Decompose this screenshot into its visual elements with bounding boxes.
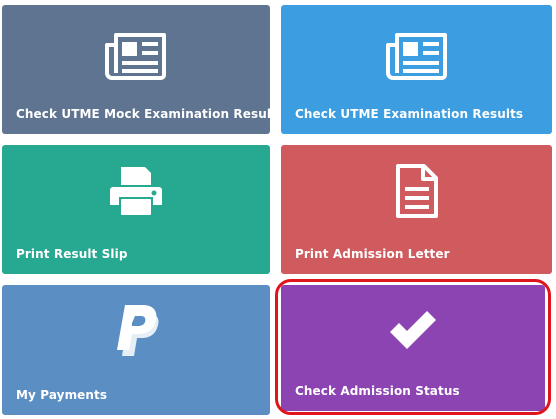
print-admission-letter-tile[interactable]: Print Admission Letter xyxy=(281,145,552,274)
paypal-icon xyxy=(117,305,159,356)
printer-icon xyxy=(110,167,162,215)
my-payments-tile[interactable]: My Payments xyxy=(2,285,270,415)
print-result-slip-tile[interactable]: Print Result Slip xyxy=(2,145,270,274)
dashboard-grid: Check UTME Mock Examination Results Chec… xyxy=(0,0,556,419)
newspaper-icon xyxy=(105,33,166,80)
document-icon xyxy=(395,164,438,218)
tile-label: Check UTME Mock Examination Results xyxy=(16,107,285,121)
tile-label: Check UTME Examination Results xyxy=(295,107,524,121)
tile-label: My Payments xyxy=(16,388,108,402)
check-utme-mock-results-tile[interactable]: Check UTME Mock Examination Results xyxy=(2,5,284,134)
checkmark-icon xyxy=(390,311,436,349)
newspaper-icon xyxy=(385,33,447,80)
tile-label: Check Admission Status xyxy=(295,384,460,398)
tile-label: Print Result Slip xyxy=(16,247,128,261)
check-admission-status-tile[interactable]: Check Admission Status xyxy=(281,285,545,411)
check-utme-results-tile[interactable]: Check UTME Examination Results xyxy=(281,5,552,134)
tile-label: Print Admission Letter xyxy=(295,247,450,261)
